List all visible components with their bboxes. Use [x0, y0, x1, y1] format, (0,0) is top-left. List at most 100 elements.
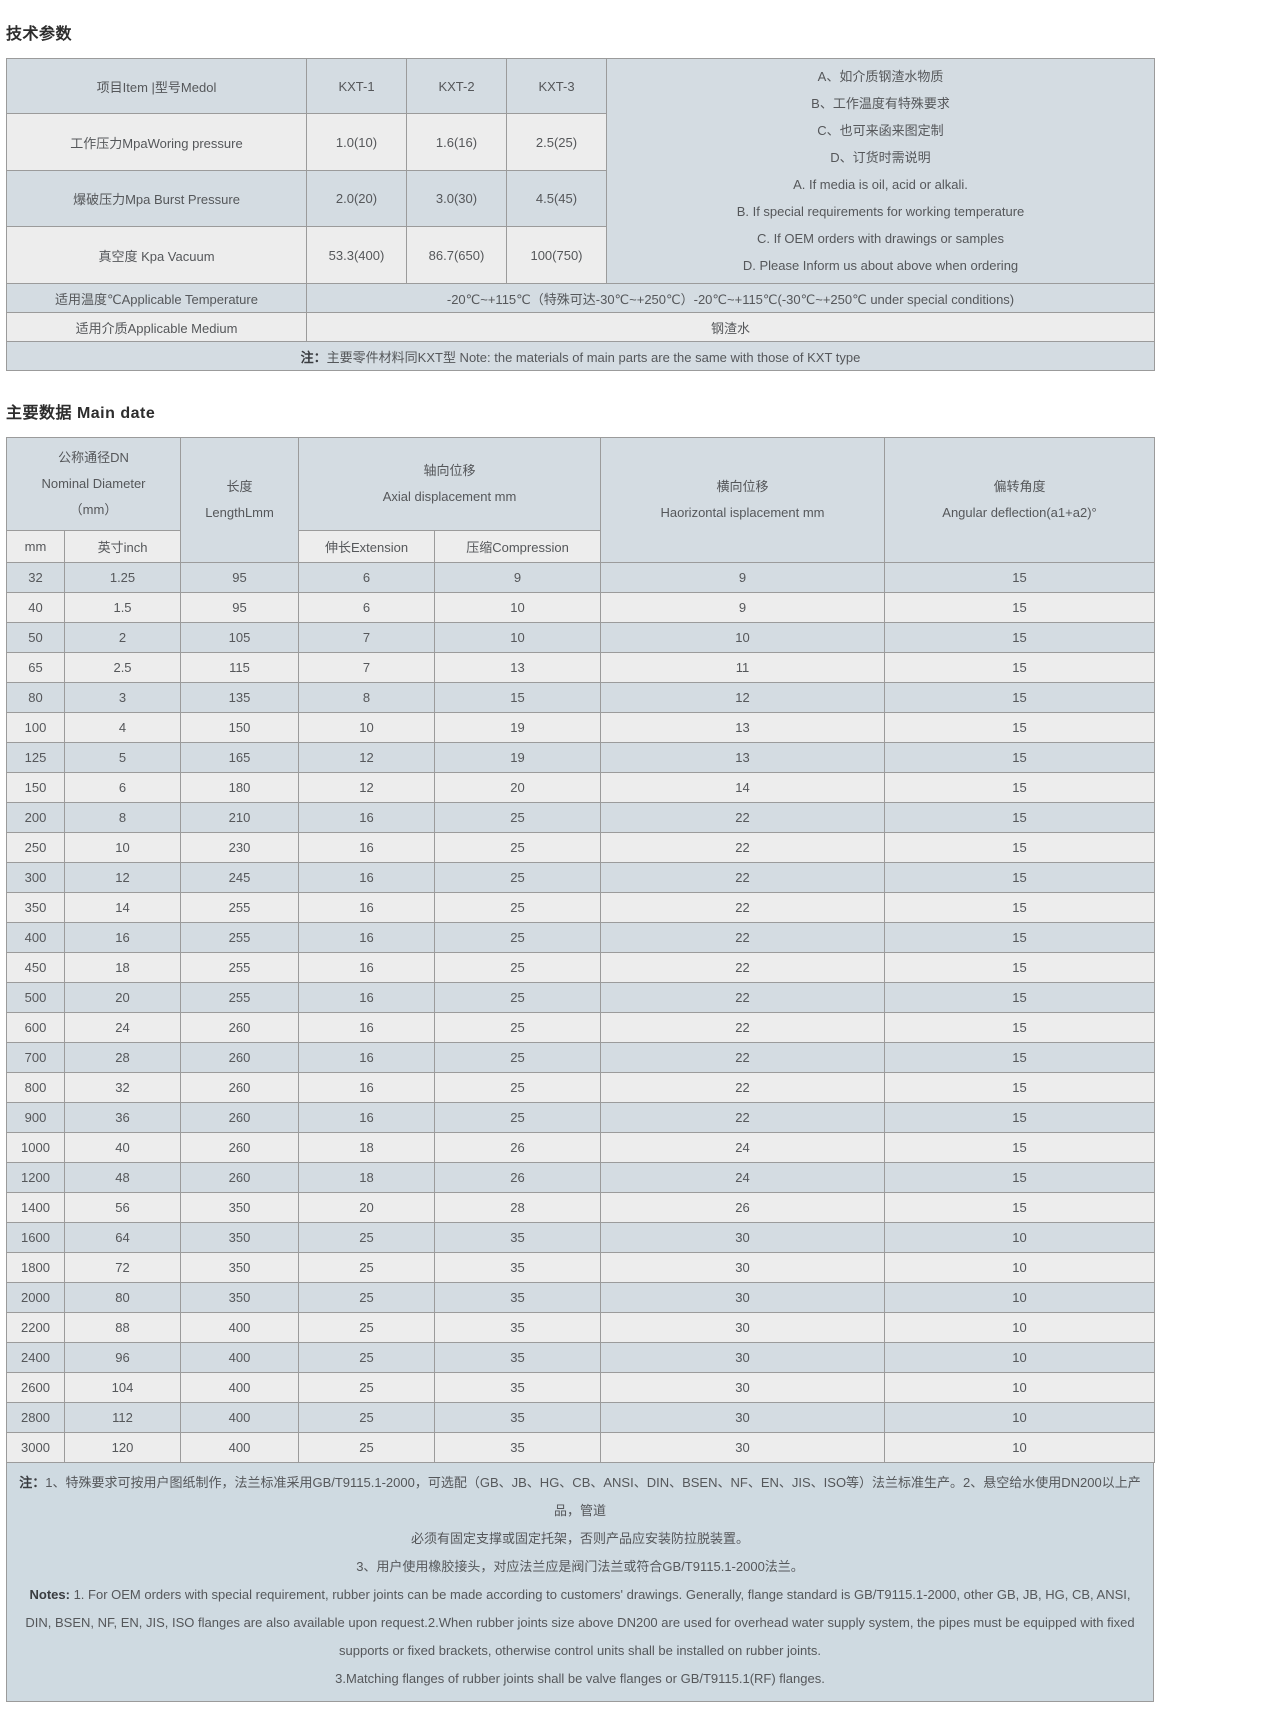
cell: 15: [885, 1133, 1155, 1163]
cell: 30: [601, 1253, 885, 1283]
cell: 18: [299, 1163, 435, 1193]
header-line: 偏转角度: [889, 474, 1150, 500]
cell: 16: [65, 923, 181, 953]
cell: 255: [181, 983, 299, 1013]
cell: 32: [7, 563, 65, 593]
cell: 165: [181, 743, 299, 773]
table-row: 2501023016252215: [7, 833, 1155, 863]
header-angular-deflection: 偏转角度 Angular deflection(a1+a2)°: [885, 438, 1155, 563]
cell: 22: [601, 863, 885, 893]
cell: 1400: [7, 1193, 65, 1223]
cell: 20: [299, 1193, 435, 1223]
cell: 600: [7, 1013, 65, 1043]
medium-label: 适用介质Applicable Medium: [7, 313, 307, 342]
cell: 400: [181, 1343, 299, 1373]
cell: 26: [435, 1163, 601, 1193]
burst-pressure-kxt3: 4.5(45): [507, 170, 607, 227]
cell: 24: [601, 1163, 885, 1193]
cell: 10: [435, 623, 601, 653]
cell: 700: [7, 1043, 65, 1073]
cell: 18: [65, 953, 181, 983]
cell: 15: [435, 683, 601, 713]
cell: 180: [181, 773, 299, 803]
cell: 16: [299, 803, 435, 833]
cell: 10: [601, 623, 885, 653]
subheader-compression: 压缩Compression: [435, 531, 601, 563]
temperature-label: 适用温度℃Applicable Temperature: [7, 284, 307, 313]
cell: 3: [65, 683, 181, 713]
cell: 25: [299, 1373, 435, 1403]
note-line: 3.Matching flanges of rubber joints shal…: [17, 1665, 1143, 1693]
table-row: 7002826016252215: [7, 1043, 1155, 1073]
cell: 9: [435, 563, 601, 593]
header-kxt1: KXT-1: [307, 59, 407, 114]
cell: 30: [601, 1283, 885, 1313]
main-data-title: 主要数据 Main date: [6, 399, 1156, 423]
header-line: Haorizontal isplacement mm: [605, 500, 880, 526]
bottom-notes: 注：1、特殊要求可按用户图纸制作，法兰标准采用GB/T9115.1-2000，可…: [6, 1462, 1154, 1702]
cell: 125: [7, 743, 65, 773]
cell: 10: [885, 1313, 1155, 1343]
cell: 24: [601, 1133, 885, 1163]
cell: 1200: [7, 1163, 65, 1193]
table-row: 24009640025353010: [7, 1343, 1155, 1373]
subheader-inch: 英寸inch: [65, 531, 181, 563]
cell: 25: [435, 1103, 601, 1133]
cell: 12: [601, 683, 885, 713]
cell: 260: [181, 1043, 299, 1073]
cell: 22: [601, 1043, 885, 1073]
cell: 19: [435, 743, 601, 773]
main-data-table: 公称通径DN Nominal Diameter （mm） 长度 LengthLm…: [6, 437, 1155, 1463]
cell: 25: [435, 923, 601, 953]
cell: 35: [435, 1343, 601, 1373]
cell: 120: [65, 1433, 181, 1463]
cell: 900: [7, 1103, 65, 1133]
note-line: B、工作温度有特殊要求: [613, 90, 1148, 117]
cell: 4: [65, 713, 181, 743]
cell: 230: [181, 833, 299, 863]
header-line: 轴向位移: [303, 458, 596, 484]
cell: 255: [181, 893, 299, 923]
cell: 22: [601, 923, 885, 953]
table-row: 5002025516252215: [7, 983, 1155, 1013]
cell: 1.25: [65, 563, 181, 593]
cell: 6: [65, 773, 181, 803]
cell: 112: [65, 1403, 181, 1433]
cell: 25: [435, 803, 601, 833]
cell: 350: [7, 893, 65, 923]
cell: 7: [299, 653, 435, 683]
cell: 11: [601, 653, 885, 683]
cell: 25: [299, 1253, 435, 1283]
cell: 15: [885, 1043, 1155, 1073]
cell: 48: [65, 1163, 181, 1193]
cell: 16: [299, 893, 435, 923]
cell: 15: [885, 923, 1155, 953]
cell: 25: [299, 1433, 435, 1463]
cell: 12: [65, 863, 181, 893]
cell: 25: [299, 1403, 435, 1433]
note-line: 注：1、特殊要求可按用户图纸制作，法兰标准采用GB/T9115.1-2000，可…: [17, 1469, 1143, 1525]
table-row: 150618012201415: [7, 773, 1155, 803]
note-line: C、也可来函来图定制: [613, 117, 1148, 144]
cell: 245: [181, 863, 299, 893]
header-line: 横向位移: [605, 474, 880, 500]
cell: 80: [65, 1283, 181, 1313]
cell: 28: [435, 1193, 601, 1223]
table-row: 321.259569915: [7, 563, 1155, 593]
cell: 36: [65, 1103, 181, 1133]
cell: 64: [65, 1223, 181, 1253]
cell: 30: [601, 1433, 885, 1463]
header-nominal-diameter: 公称通径DN Nominal Diameter （mm）: [7, 438, 181, 531]
cell: 26: [435, 1133, 601, 1163]
cell: 16: [299, 863, 435, 893]
cell: 35: [435, 1373, 601, 1403]
cell: 35: [435, 1223, 601, 1253]
table-row: 18007235025353010: [7, 1253, 1155, 1283]
table-row: 8003226016252215: [7, 1073, 1155, 1103]
cell: 30: [601, 1403, 885, 1433]
note-line: A、如介质钢渣水物质: [613, 63, 1148, 90]
cell: 25: [299, 1283, 435, 1313]
subheader-mm: mm: [7, 531, 65, 563]
cell: 22: [601, 953, 885, 983]
cell: 16: [299, 1103, 435, 1133]
